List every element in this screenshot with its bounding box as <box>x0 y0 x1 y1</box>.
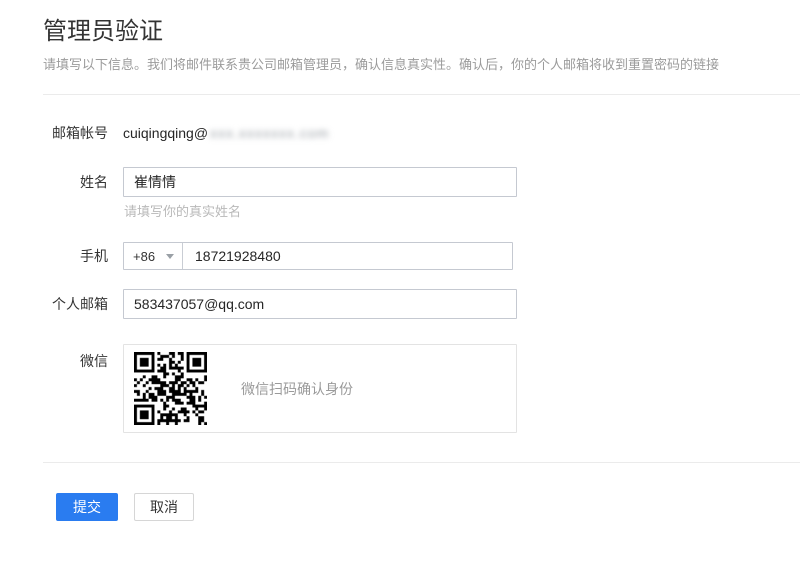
personal-email-label: 个人邮箱 <box>0 296 108 312</box>
phone-label: 手机 <box>0 248 108 264</box>
personal-email-input[interactable] <box>123 289 517 319</box>
wechat-qr-code <box>134 352 207 425</box>
footer-divider <box>43 462 800 463</box>
wechat-row: 微信 微信扫码确认身份 <box>0 344 807 433</box>
header-divider <box>43 94 800 95</box>
country-code-value: +86 <box>133 249 155 264</box>
phone-number-input[interactable] <box>183 243 512 269</box>
account-row: 邮箱帐号 cuiqingqing@ xxx.xxxxxxx.com <box>0 125 807 141</box>
page-subtitle: 请填写以下信息。我们将邮件联系贵公司邮箱管理员，确认信息真实性。确认后，你的个人… <box>43 57 764 72</box>
account-email-visible-part: cuiqingqing@ <box>123 125 208 141</box>
name-input[interactable] <box>123 167 517 197</box>
name-row: 姓名 <box>0 167 807 197</box>
account-label: 邮箱帐号 <box>0 125 108 141</box>
cancel-button[interactable]: 取消 <box>134 493 194 521</box>
country-code-select[interactable]: +86 <box>124 243 183 269</box>
admin-verification-form: 邮箱帐号 cuiqingqing@ xxx.xxxxxxx.com 姓名 请填写… <box>0 125 807 433</box>
name-label: 姓名 <box>0 174 108 190</box>
name-hint: 请填写你的真实姓名 <box>124 204 807 219</box>
account-email-redacted-part: xxx.xxxxxxx.com <box>210 125 329 141</box>
wechat-scan-text: 微信扫码确认身份 <box>241 379 353 399</box>
footer-actions: 提交 取消 <box>56 493 807 521</box>
personal-email-row: 个人邮箱 <box>0 289 807 319</box>
phone-row: 手机 +86 <box>0 242 807 270</box>
chevron-down-icon <box>166 254 174 259</box>
submit-button[interactable]: 提交 <box>56 493 118 521</box>
wechat-qr-box: 微信扫码确认身份 <box>123 344 517 433</box>
wechat-label: 微信 <box>0 344 108 369</box>
page-title: 管理员验证 <box>43 18 807 46</box>
phone-input-group: +86 <box>123 242 513 270</box>
account-email-value: cuiqingqing@ xxx.xxxxxxx.com <box>123 125 329 141</box>
